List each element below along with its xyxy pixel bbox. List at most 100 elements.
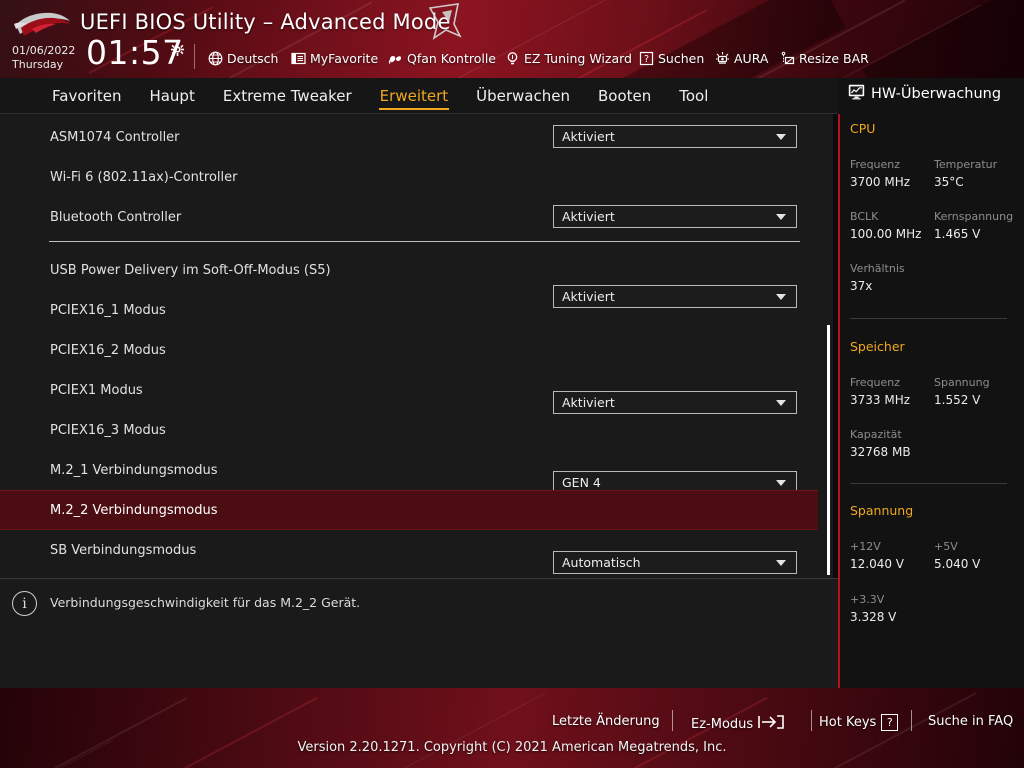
- setting-row-asm1074[interactable]: ASM1074 Controller Aktiviert: [0, 117, 818, 157]
- tab-erweitert[interactable]: Erweitert: [366, 81, 462, 111]
- question-key-icon: ?: [881, 714, 899, 731]
- toolbar-item-ez-tuning-wizard[interactable]: EZ Tuning Wizard: [505, 48, 632, 68]
- toolbar-item-myfavorite[interactable]: MyFavorite: [291, 48, 378, 68]
- date-display: 01/06/2022 Thursday: [12, 45, 75, 71]
- copyright-text: Version 2.20.1271. Copyright (C) 2021 Am…: [297, 740, 727, 755]
- toolbar-item-resize-bar[interactable]: Resize BAR: [780, 48, 869, 68]
- rog-mascot-icon: [424, 2, 466, 42]
- setting-label: PCIEX16_2 Modus: [50, 342, 166, 358]
- toolbar-label-ez-tuning-wizard: EZ Tuning Wizard: [524, 50, 632, 66]
- toolbar-item-search[interactable]: ? Suchen: [639, 48, 704, 68]
- setting-label: PCIEX16_3 Modus: [50, 422, 166, 438]
- setting-label: SB Verbindungsmodus: [50, 542, 197, 558]
- hw-value-cpu-kernspannung: 1.465 V: [934, 227, 981, 241]
- toolbar-label-resize-bar: Resize BAR: [799, 50, 869, 66]
- setting-row-pciex1[interactable]: PCIEX1 Modus Automatisch: [0, 370, 818, 410]
- hw-key-cpu-verhaeltnis: Verhältnis: [850, 262, 905, 275]
- hw-section-title-speicher: Speicher: [850, 339, 905, 354]
- setting-row-m2-2[interactable]: M.2_2 Verbindungsmodus GEN 3: [0, 490, 818, 530]
- favorites-list-icon: [291, 51, 306, 66]
- question-box-icon: ?: [639, 51, 654, 66]
- aura-lighting-icon: [715, 51, 730, 66]
- dropdown-value: Aktiviert: [562, 129, 615, 144]
- globe-icon: [208, 51, 223, 66]
- hw-key-12v: +12V: [850, 540, 881, 553]
- footer-label-last-change: Letzte Änderung: [552, 714, 660, 729]
- footer-ez-mode[interactable]: Ez-Modus: [691, 714, 784, 734]
- hw-accent-bar: [838, 114, 840, 688]
- tab-favoriten[interactable]: Favoriten: [38, 81, 135, 111]
- svg-text:?: ?: [644, 54, 649, 65]
- hw-value-mem-frequenz: 3733 MHz: [850, 393, 911, 407]
- hw-key-cpu-frequenz: Frequenz: [850, 158, 901, 171]
- hw-divider: [850, 318, 1007, 319]
- setting-row-m2-1[interactable]: M.2_1 Verbindungsmodus GEN 3: [0, 450, 818, 490]
- gear-icon[interactable]: [171, 41, 184, 56]
- hw-key-cpu-temperatur: Temperatur: [934, 158, 998, 171]
- setting-row-pciex16-1[interactable]: PCIEX16_1 Modus GEN 4: [0, 290, 818, 494]
- hw-value-mem-spannung: 1.552 V: [934, 393, 981, 407]
- toolbar-item-language[interactable]: Deutsch: [208, 48, 278, 68]
- date-value: 01/06/2022: [12, 44, 76, 57]
- fan-icon: [388, 51, 403, 66]
- toolbar-item-qfan[interactable]: Qfan Kontrolle: [388, 48, 496, 68]
- toolbar-label-myfavorite: MyFavorite: [310, 50, 379, 66]
- chevron-down-icon: [776, 133, 786, 140]
- hw-value-cpu-temperatur: 35°C: [934, 175, 964, 189]
- hw-value-12v: 12.040 V: [850, 557, 905, 571]
- footer-last-change[interactable]: Letzte Änderung: [552, 714, 660, 729]
- bios-screen: UEFI BIOS Utility – Advanced Mode 01/06/…: [0, 0, 1024, 768]
- hw-monitor-header: HW-Überwachung: [848, 84, 1001, 104]
- hw-value-mem-kapazitaet: 32768 MB: [850, 445, 911, 459]
- setting-label: M.2_1 Verbindungsmodus: [50, 462, 218, 478]
- header-divider: [194, 44, 195, 69]
- hw-key-mem-frequenz: Frequenz: [850, 376, 901, 389]
- hw-monitor-panel: HW-Überwachung CPU Frequenz 3700 MHz Tem…: [838, 78, 1024, 688]
- setting-label: PCIEX1 Modus: [50, 382, 143, 398]
- hw-value-5v: 5.040 V: [934, 557, 981, 571]
- toolbar-label-language: Deutsch: [227, 50, 279, 66]
- clock-display: 01:57: [86, 33, 184, 72]
- footer-label-search-faq: Suche in FAQ: [928, 714, 1014, 729]
- setting-row-bluetooth[interactable]: Bluetooth Controller Aktiviert: [0, 197, 818, 308]
- footer-label-ez-mode: Ez-Modus: [691, 716, 754, 732]
- tab-booten[interactable]: Booten: [584, 81, 665, 111]
- page-title: UEFI BIOS Utility – Advanced Mode: [80, 10, 451, 34]
- hw-value-cpu-bclk: 100.00 MHz: [850, 227, 922, 241]
- toolbar-label-qfan: Qfan Kontrolle: [407, 50, 496, 66]
- hw-value-33v: 3.328 V: [850, 610, 897, 624]
- setting-row-pciex16-2[interactable]: PCIEX16_2 Modus Automatisch: [0, 330, 818, 574]
- toolbar-item-aura[interactable]: AURA: [715, 48, 768, 68]
- footer-divider: [672, 710, 673, 731]
- hw-monitor-title: HW-Überwachung: [871, 86, 1002, 102]
- tab-extreme-tweaker[interactable]: Extreme Tweaker: [209, 81, 366, 111]
- weekday-value: Thursday: [12, 58, 64, 71]
- setting-label: Bluetooth Controller: [50, 209, 182, 225]
- rog-logo-icon: [12, 9, 74, 39]
- main-nav-tabs: Favoriten Haupt Extreme Tweaker Erweiter…: [0, 78, 838, 114]
- settings-list: ASM1074 Controller Aktiviert Wi-Fi 6 (80…: [0, 114, 838, 578]
- settings-scrollbar-thumb[interactable]: [827, 325, 830, 575]
- setting-dropdown[interactable]: Aktiviert: [553, 125, 797, 148]
- setting-row-pciex16-3[interactable]: PCIEX16_3 Modus GEN 4: [0, 410, 818, 450]
- setting-label: Wi-Fi 6 (802.11ax)-Controller: [50, 169, 238, 185]
- section-divider: [49, 241, 800, 242]
- hw-section-title-cpu: CPU: [850, 121, 876, 136]
- help-text: Verbindungsgeschwindigkeit für das M.2_2…: [50, 595, 361, 610]
- hw-key-33v: +3.3V: [850, 593, 885, 606]
- info-icon: i: [12, 591, 37, 616]
- monitor-graph-icon: [848, 84, 865, 104]
- setting-row-wifi6[interactable]: Wi-Fi 6 (802.11ax)-Controller Aktiviert: [0, 157, 818, 228]
- tab-ueberwachen[interactable]: Überwachen: [462, 81, 584, 111]
- footer-hot-keys[interactable]: Hot Keys ?: [819, 714, 899, 731]
- tab-tool[interactable]: Tool: [665, 81, 722, 111]
- setting-row-sb[interactable]: SB Verbindungsmodus Automatisch: [0, 530, 818, 570]
- setting-label: ASM1074 Controller: [50, 129, 180, 145]
- lightbulb-icon: [505, 51, 520, 66]
- hw-key-5v: +5V: [934, 540, 958, 553]
- hw-key-mem-kapazitaet: Kapazität: [850, 428, 902, 441]
- tab-haupt[interactable]: Haupt: [135, 81, 208, 111]
- setting-row-usb-power-delivery[interactable]: USB Power Delivery im Soft-Off-Modus (S5…: [0, 250, 818, 414]
- footer-search-faq[interactable]: Suche in FAQ: [928, 714, 1013, 729]
- footer-divider: [811, 710, 812, 731]
